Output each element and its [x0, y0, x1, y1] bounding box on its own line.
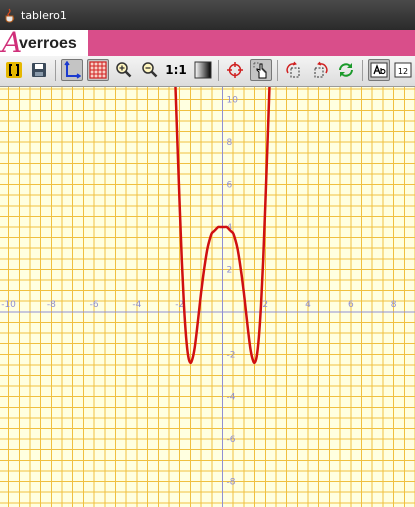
x-tick-label: 4 [305, 300, 311, 310]
java-cup-icon [5, 8, 15, 23]
pointer-tool-button[interactable] [250, 59, 272, 81]
title-bar[interactable]: tablero1 [0, 0, 415, 30]
plot-canvas[interactable]: -10 -8 -6 -4 -2 2 4 6 8 10 8 6 4 2 -2 -4 -6 -8 [0, 87, 415, 507]
numeric-format-button[interactable]: 12 [392, 59, 414, 81]
zoom-out-icon [142, 62, 158, 78]
numeric-format-icon: 12 [394, 62, 412, 78]
y-tick-label: -2 [226, 350, 235, 360]
numeric-format-label: 12 [398, 67, 408, 76]
toolbar: 1:1 12 [0, 56, 415, 87]
y-tick-label: -6 [226, 435, 235, 445]
one-to-one-button[interactable]: 1:1 [163, 59, 189, 81]
zoom-in-icon [116, 62, 132, 78]
toolbar-separator [277, 60, 278, 81]
color-gradient-button[interactable] [192, 59, 214, 81]
refresh-icon [339, 63, 353, 77]
x-tick-label: 6 [348, 300, 354, 310]
app-window: tablero1 A verroes 1:1 12 -10 -8 -6 -4 -… [0, 0, 415, 507]
axes-toggle-button[interactable] [61, 59, 83, 81]
x-tick-label: -10 [1, 300, 16, 310]
app-banner: A verroes [0, 26, 415, 59]
axes-icon [64, 61, 81, 79]
x-tick-label: -8 [47, 300, 56, 310]
y-tick-label: 6 [226, 181, 232, 191]
crosshair-icon [227, 62, 243, 78]
brackets-button[interactable] [3, 59, 25, 81]
y-tick-label: -8 [226, 478, 235, 488]
x-tick-label: -6 [90, 300, 99, 310]
rotate-right-icon [314, 61, 328, 78]
y-tick-label: 2 [226, 265, 232, 275]
toolbar-separator [362, 60, 363, 81]
y-tick-label: 8 [226, 138, 232, 148]
toolbar-separator [55, 60, 56, 81]
floppy-disk-icon [32, 63, 46, 77]
rotate-left-button[interactable] [283, 59, 305, 81]
brackets-icon [6, 62, 22, 78]
logo-text: verroes [19, 35, 77, 52]
rotate-left-icon [286, 61, 300, 78]
target-button[interactable] [224, 59, 246, 81]
x-tick-label: -4 [132, 300, 141, 310]
zoom-in-button[interactable] [113, 59, 135, 81]
one-to-one-label: 1:1 [165, 63, 187, 77]
hand-pointer-icon [253, 62, 267, 79]
toolbar-separator [218, 60, 219, 81]
y-tick-label: -4 [226, 393, 235, 403]
gradient-icon [194, 61, 212, 79]
zoom-out-button[interactable] [139, 59, 161, 81]
averroes-logo: A verroes [0, 26, 88, 59]
grid-icon [89, 61, 107, 79]
x-tick-label: 8 [391, 300, 397, 310]
grid-toggle-button[interactable] [87, 59, 109, 81]
x-tick-label: 2 [262, 300, 268, 310]
text-style-button[interactable] [368, 59, 390, 81]
text-style-icon [370, 62, 388, 78]
window-title: tablero1 [21, 8, 67, 22]
rotate-right-button[interactable] [309, 59, 331, 81]
y-tick-label: 10 [226, 96, 238, 106]
save-button[interactable] [28, 59, 50, 81]
function-plot[interactable]: -10 -8 -6 -4 -2 2 4 6 8108642-2-4-6-8 [0, 87, 415, 507]
refresh-button[interactable] [335, 59, 357, 81]
